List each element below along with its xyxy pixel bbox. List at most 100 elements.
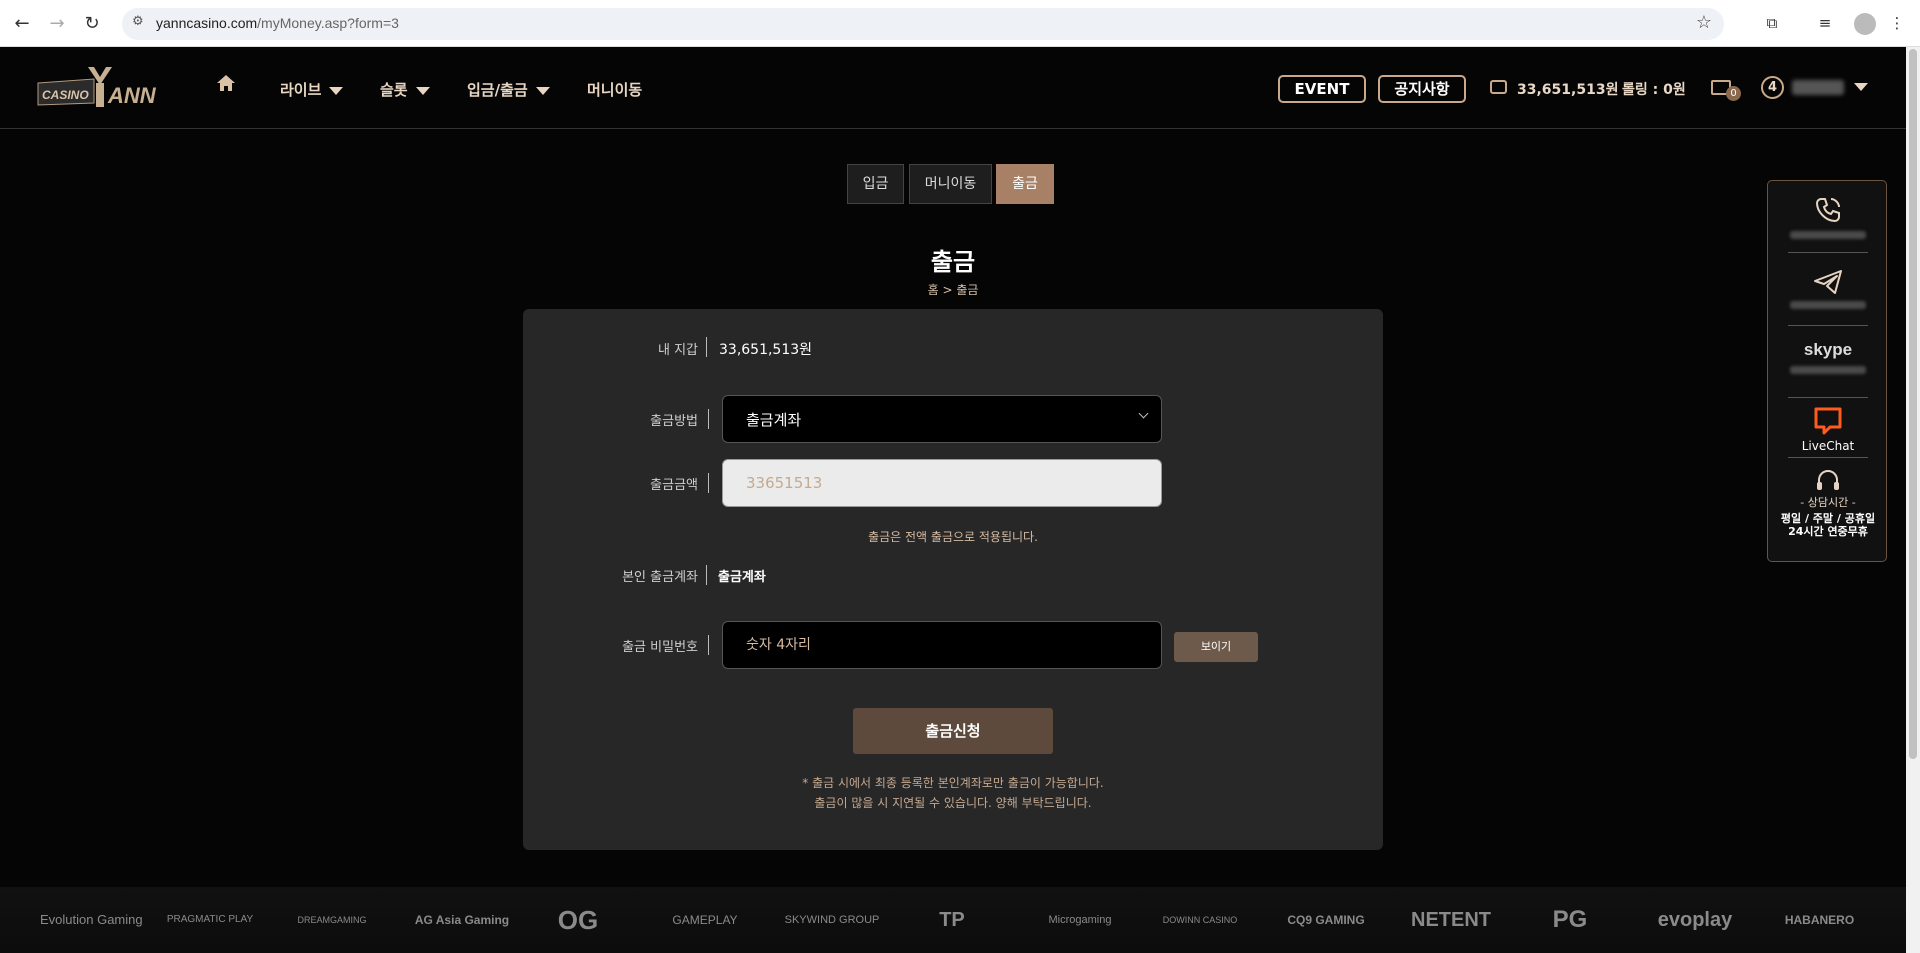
provider-logo[interactable]: Evolution Gaming xyxy=(40,887,143,953)
rolling-amount: 롤링 : 0원 xyxy=(1622,82,1686,98)
wallet-icon xyxy=(1490,80,1507,94)
media-control-icon[interactable]: ≡ xyxy=(1814,12,1836,34)
provider-logo[interactable]: GAMEPLAY xyxy=(660,887,750,953)
notice-button[interactable]: 공지사항 xyxy=(1378,75,1466,103)
tab-deposit[interactable]: 입금 xyxy=(847,164,904,204)
chevron-down-icon xyxy=(329,86,344,95)
provider-logo[interactable]: CQ9 GAMING xyxy=(1286,887,1366,953)
site-page: CASINO ANN 라이브 슬롯 입금/출금 머니이동 EVENT 공지사항 … xyxy=(0,47,1906,953)
withdraw-amount-input[interactable] xyxy=(722,459,1162,507)
provider-logo[interactable]: SKYWIND GROUP xyxy=(782,887,882,953)
amount-note: 출금은 전액 출금으로 적용됩니다. xyxy=(868,530,1038,544)
divider xyxy=(706,337,707,357)
phone-icon xyxy=(1815,198,1840,223)
provider-logo[interactable]: NETENT xyxy=(1406,887,1496,953)
withdraw-submit-button[interactable]: 출금신청 xyxy=(853,708,1053,754)
profile-avatar[interactable] xyxy=(1854,13,1876,35)
skype-icon: skype xyxy=(1803,340,1853,359)
divider xyxy=(1788,457,1868,458)
provider-logo[interactable]: PRAGMATIC PLAY xyxy=(165,887,255,953)
skype-id-redacted xyxy=(1790,366,1866,374)
support-hours: - 상담시간 - 평일 / 주말 / 공휴일 24시간 연중무휴 xyxy=(1768,469,1888,538)
chevron-down-icon xyxy=(1138,408,1149,419)
skype-contact[interactable]: skype xyxy=(1768,340,1888,374)
headset-icon xyxy=(1817,469,1839,490)
provider-logo[interactable]: Microgaming xyxy=(1030,887,1130,953)
contact-side-widget: skype LiveChat - 상담시간 - 평일 / 주말 / 공휴일 24… xyxy=(1767,180,1887,562)
divider xyxy=(1788,325,1868,326)
menu-money-transfer-label: 머니이동 xyxy=(587,81,643,99)
site-info-icon[interactable]: ⚙ xyxy=(132,14,144,29)
menu-slot[interactable]: 슬롯 xyxy=(380,79,430,100)
footnote-1: * 출금 시에서 최종 등록한 본인계좌로만 출금이 가능합니다. xyxy=(802,776,1104,790)
username[interactable] xyxy=(1792,80,1844,95)
withdraw-password-input[interactable] xyxy=(722,621,1162,669)
footnote-2: 출금이 많을 시 지연될 수 있습니다. 양해 부탁드립니다. xyxy=(814,796,1092,810)
divider xyxy=(1788,252,1868,253)
hours-line-2: 24시간 연중무휴 xyxy=(1788,525,1868,538)
casino-yann-logo[interactable]: CASINO ANN xyxy=(34,63,164,111)
header-balance: 33,651,513원 xyxy=(1517,82,1619,98)
wallet-label: 내 지갑 xyxy=(657,343,698,358)
phone-contact[interactable] xyxy=(1768,195,1888,239)
provider-logo[interactable]: DREAMGAMING xyxy=(292,887,372,953)
hours-title: - 상담시간 - xyxy=(1800,496,1856,509)
level-badge: 4 xyxy=(1761,76,1784,99)
page-scrollbar[interactable] xyxy=(1906,47,1920,953)
menu-slot-label: 슬롯 xyxy=(380,81,408,99)
provider-logo-strip: Evolution Gaming PRAGMATIC PLAY DREAMGAM… xyxy=(0,887,1906,953)
user-menu-chevron-icon[interactable] xyxy=(1854,83,1868,91)
svg-text:ANN: ANN xyxy=(107,83,157,108)
provider-logo[interactable]: PG xyxy=(1540,887,1600,953)
provider-logo[interactable]: AG Asia Gaming xyxy=(412,887,512,953)
provider-logo[interactable]: HABANERO xyxy=(1772,887,1867,953)
home-icon[interactable] xyxy=(216,73,236,97)
menu-deposit-withdraw-label: 입금/출금 xyxy=(467,81,528,99)
wallet-value: 33,651,513원 xyxy=(719,342,813,358)
withdraw-form-panel: 내 지갑 33,651,513원 출금방법 출금계좌 출금금액 출금은 전액 출… xyxy=(523,309,1383,850)
browser-toolbar: ← → ↻ ⚙ yanncasino.com/myMoney.asp?form=… xyxy=(0,0,1920,47)
back-icon[interactable]: ← xyxy=(10,12,34,36)
page-title: 출금 xyxy=(930,248,976,276)
tab-money-transfer[interactable]: 머니이동 xyxy=(909,164,992,204)
url-text: yanncasino.com/myMoney.asp?form=3 xyxy=(156,15,399,31)
menu-money-transfer[interactable]: 머니이동 xyxy=(587,79,642,100)
provider-logo[interactable]: OG xyxy=(548,887,608,953)
divider xyxy=(708,635,709,655)
telegram-icon xyxy=(1814,270,1842,294)
hours-line-1: 평일 / 주말 / 공휴일 xyxy=(1780,512,1876,525)
withdraw-method-select[interactable]: 출금계좌 xyxy=(722,395,1162,443)
reload-icon[interactable]: ↻ xyxy=(80,12,104,36)
account-label: 본인 출금계좌 xyxy=(622,570,698,585)
method-label: 출금방법 xyxy=(650,414,698,429)
extensions-icon[interactable]: ⧉ xyxy=(1761,12,1783,34)
event-button[interactable]: EVENT xyxy=(1278,75,1366,103)
mail-count-badge: 0 xyxy=(1726,86,1741,101)
account-value: 출금계좌 xyxy=(718,570,766,585)
livechat-label: LiveChat xyxy=(1801,439,1855,453)
phone-number-redacted xyxy=(1790,231,1866,239)
bookmark-star-icon[interactable]: ☆ xyxy=(1696,12,1712,33)
menu-live[interactable]: 라이브 xyxy=(280,79,344,100)
provider-logo[interactable]: evoplay xyxy=(1650,887,1740,953)
tab-withdraw[interactable]: 출금 xyxy=(996,164,1054,204)
password-label: 출금 비밀번호 xyxy=(622,640,698,655)
address-bar[interactable]: ⚙ yanncasino.com/myMoney.asp?form=3 ☆ xyxy=(122,8,1724,40)
amount-label: 출금금액 xyxy=(650,478,698,493)
menu-deposit-withdraw[interactable]: 입금/출금 xyxy=(467,79,550,100)
chevron-down-icon xyxy=(415,86,430,95)
svg-text:CASINO: CASINO xyxy=(42,88,89,102)
show-password-button[interactable]: 보이기 xyxy=(1174,632,1258,662)
provider-logo[interactable]: TP xyxy=(926,887,978,953)
scrollbar-thumb[interactable] xyxy=(1909,49,1917,759)
forward-icon[interactable]: → xyxy=(45,12,69,36)
withdraw-method-value: 출금계좌 xyxy=(746,411,802,429)
telegram-contact[interactable] xyxy=(1768,269,1888,309)
browser-menu-icon[interactable]: ⋮ xyxy=(1886,12,1908,34)
divider xyxy=(706,565,707,585)
divider xyxy=(708,473,709,493)
livechat-icon xyxy=(1814,407,1842,435)
provider-logo[interactable]: DOWINN CASINO xyxy=(1160,887,1240,953)
livechat-button[interactable]: LiveChat xyxy=(1768,405,1888,453)
menu-live-label: 라이브 xyxy=(280,81,322,99)
